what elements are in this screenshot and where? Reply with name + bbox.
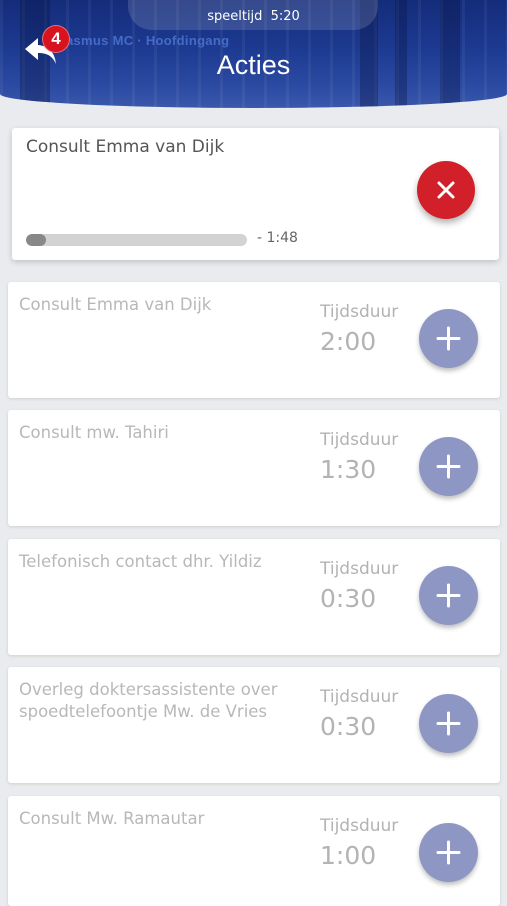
duration-label: Tijdsduur — [320, 430, 399, 450]
action-card: Consult Emma van Dijk Tijdsduur 2:00 — [8, 282, 500, 398]
header: speeltijd 5:20 asmus MC · Hoofdingang Ac… — [0, 0, 507, 108]
play-timer: speeltijd 5:20 — [0, 9, 507, 24]
duration-value: 1:00 — [320, 841, 377, 870]
add-action-button[interactable] — [419, 566, 478, 625]
duration-label: Tijdsduur — [320, 302, 399, 322]
plus-icon — [436, 454, 461, 479]
action-card: Telefonisch contact dhr. Yildiz Tijdsduu… — [8, 539, 500, 655]
cancel-action-button[interactable] — [417, 161, 475, 219]
plus-icon — [436, 840, 461, 865]
plus-icon — [436, 711, 461, 736]
action-progress-fill — [26, 234, 46, 246]
action-name: Consult Mw. Ramautar — [19, 809, 205, 828]
duration-value: 0:30 — [320, 712, 377, 741]
action-progress-bar — [26, 234, 247, 246]
duration-label: Tijdsduur — [320, 687, 399, 707]
building-sign: asmus MC · Hoofdingang — [66, 33, 230, 48]
action-name: Telefonisch contact dhr. Yildiz — [19, 552, 262, 571]
timer-value: 5:20 — [270, 9, 300, 24]
duration-label: Tijdsduur — [320, 559, 399, 579]
action-name: Consult Emma van Dijk — [19, 295, 212, 314]
remaining-time: - 1:48 — [257, 230, 298, 246]
duration-value: 0:30 — [320, 584, 377, 613]
close-icon — [437, 181, 455, 199]
plus-icon — [436, 583, 461, 608]
timer-label: speeltijd — [207, 9, 263, 24]
active-action-card: Consult Emma van Dijk - 1:48 — [12, 128, 499, 260]
duration-value: 1:30 — [320, 455, 377, 484]
duration-value: 2:00 — [320, 327, 377, 356]
add-action-button[interactable] — [419, 694, 478, 753]
add-action-button[interactable] — [419, 437, 478, 496]
notification-badge: 4 — [42, 25, 70, 53]
action-name: Consult mw. Tahiri — [19, 423, 169, 442]
action-card: Consult Mw. Ramautar Tijdsduur 1:00 — [8, 796, 500, 906]
duration-label: Tijdsduur — [320, 816, 399, 836]
action-card: Consult mw. Tahiri Tijdsduur 1:30 — [8, 410, 500, 526]
plus-icon — [436, 326, 461, 351]
add-action-button[interactable] — [419, 823, 478, 882]
active-action-name: Consult Emma van Dijk — [26, 137, 225, 157]
action-card: Overleg doktersassistente over spoedtele… — [8, 667, 500, 783]
action-name: Overleg doktersassistente over spoedtele… — [19, 680, 278, 721]
page-title: Acties — [216, 50, 291, 80]
add-action-button[interactable] — [419, 309, 478, 368]
